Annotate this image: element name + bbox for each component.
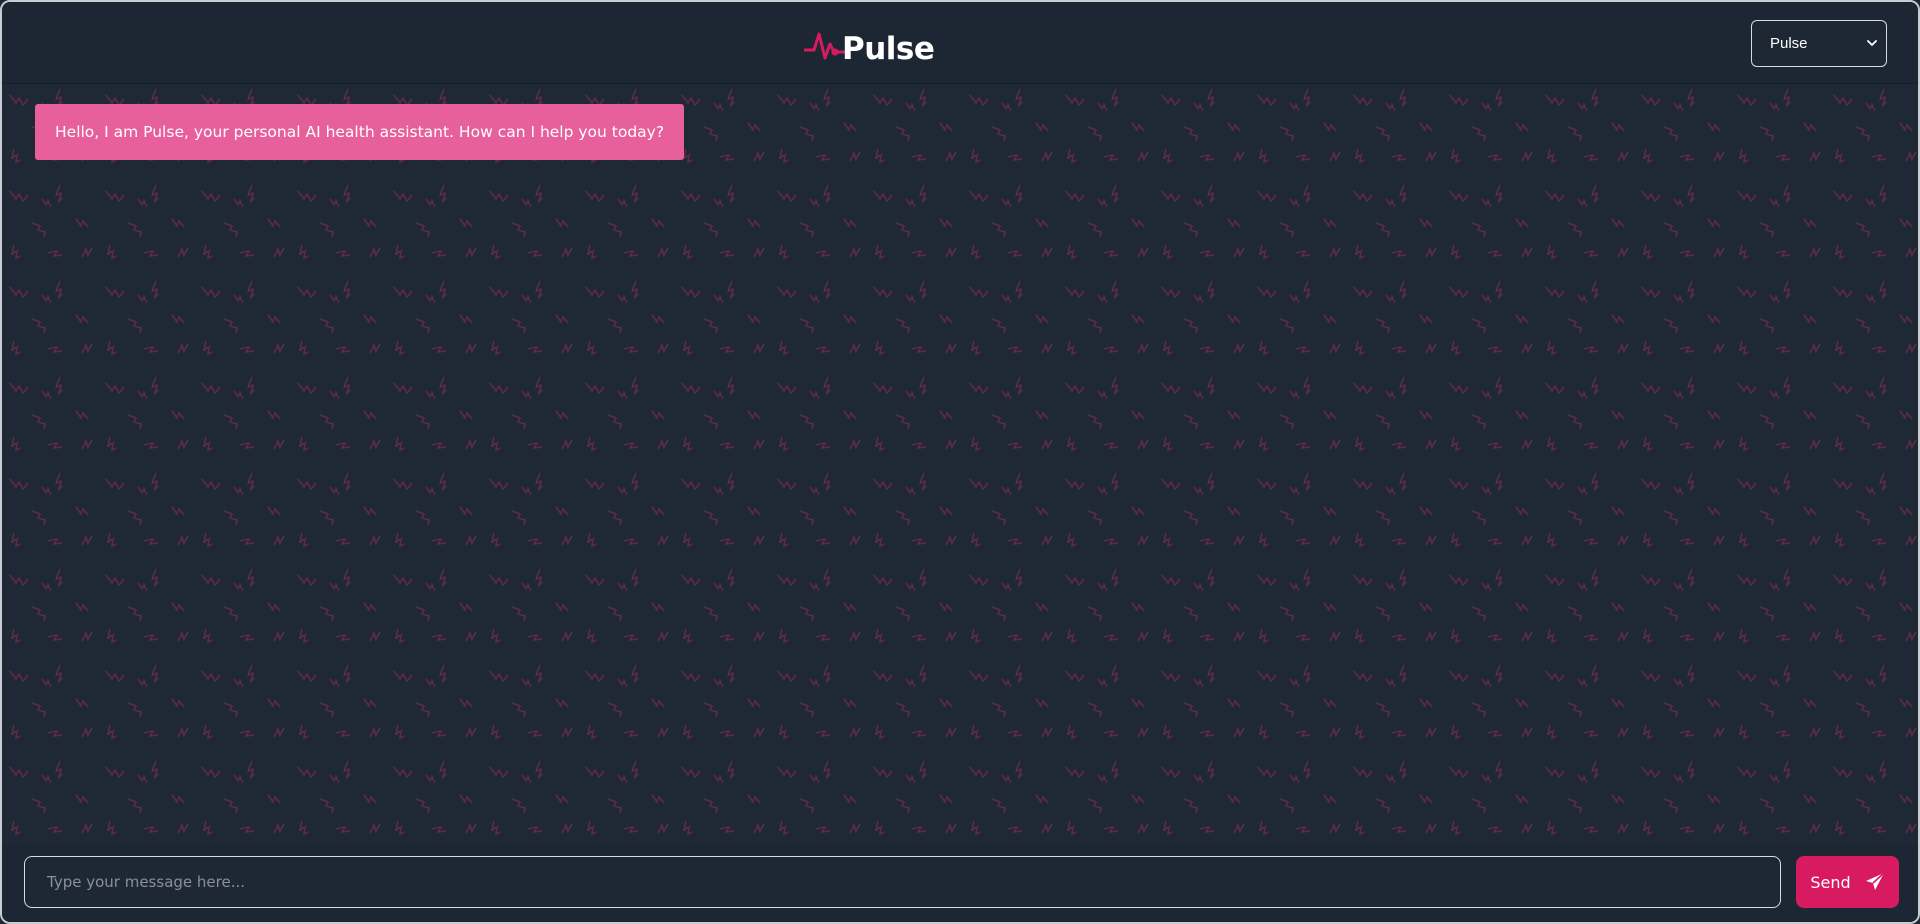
composer: Send	[2, 844, 1918, 922]
app-window: Pulse Pulse Hello, I am Pulse, your pers…	[0, 0, 1920, 924]
bot-message-text: Hello, I am Pulse, your personal AI heal…	[55, 123, 665, 141]
paper-plane-icon	[1865, 872, 1885, 890]
header: Pulse Pulse	[2, 2, 1918, 84]
send-button[interactable]: Send	[1796, 856, 1899, 908]
send-button-label: Send	[1810, 872, 1851, 892]
logo: Pulse	[804, 20, 935, 70]
bot-message: Hello, I am Pulse, your personal AI heal…	[35, 104, 685, 160]
logo-text: Pulse	[842, 31, 935, 67]
chat-messages[interactable]: Hello, I am Pulse, your personal AI heal…	[2, 83, 1918, 844]
message-input[interactable]	[24, 856, 1781, 908]
model-select[interactable]: Pulse	[1751, 20, 1887, 67]
